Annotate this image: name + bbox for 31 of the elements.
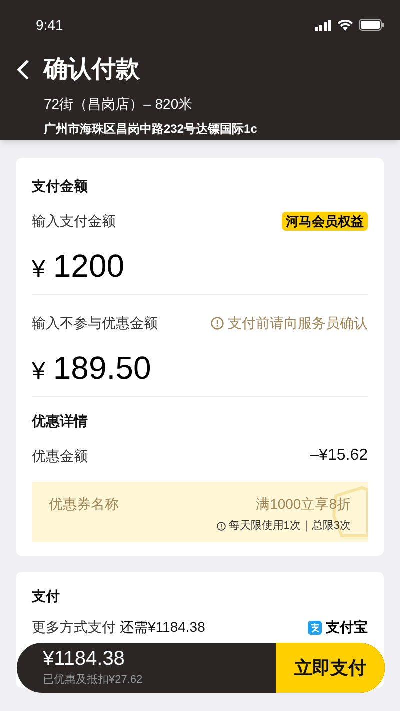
confirm-notice: 支付前请向服务员确认 bbox=[228, 314, 368, 333]
total-amount: ¥1184.38 bbox=[43, 648, 126, 670]
saved-amount: 已优惠及抵扣¥27.62 bbox=[43, 672, 144, 688]
field-label: 输入支付金额 bbox=[32, 212, 116, 231]
wallet-logo-icon bbox=[308, 620, 322, 634]
wifi-icon bbox=[338, 20, 353, 30]
method-label: 更多方式支付 bbox=[32, 618, 116, 637]
info-icon bbox=[216, 522, 226, 531]
store-name: 72街（昌岗店）– 820米 bbox=[44, 95, 194, 114]
store-address: 广州市海珠区昌岗中路232号达镖国际1c bbox=[44, 121, 258, 138]
section-title: 支付金额 bbox=[32, 177, 89, 196]
alipay-option[interactable]: 支付宝 bbox=[308, 617, 368, 638]
page-title: 确认付款 bbox=[44, 55, 140, 85]
section-title: 优惠详情 bbox=[32, 412, 89, 431]
discount-label: 优惠金额 bbox=[32, 446, 88, 466]
remaining-amount: 还需¥1184.38 bbox=[120, 618, 206, 637]
pay-now-button[interactable]: 立即支付 bbox=[276, 643, 385, 693]
amount-input[interactable]: ¥ 1200 bbox=[32, 242, 368, 292]
coupon-limit: 每天限使用1次｜总限3次 bbox=[228, 519, 351, 534]
field-label: 输入不参与优惠金额 bbox=[32, 314, 158, 333]
coupon-rule: 满1000立享8折 bbox=[256, 495, 351, 514]
section-title: 支付 bbox=[32, 587, 61, 606]
info-icon bbox=[211, 317, 224, 330]
status-time: 9:41 bbox=[36, 16, 64, 34]
back-icon bbox=[16, 59, 30, 81]
amount-input[interactable]: ¥ 189.50 bbox=[32, 344, 368, 394]
coupon-name: 优惠券名称 bbox=[49, 495, 119, 514]
member-badge: 河马会员权益 bbox=[282, 212, 368, 232]
battery-icon bbox=[359, 19, 384, 31]
discount-value: –¥15.62 bbox=[310, 446, 368, 466]
signal-icon bbox=[315, 20, 332, 30]
